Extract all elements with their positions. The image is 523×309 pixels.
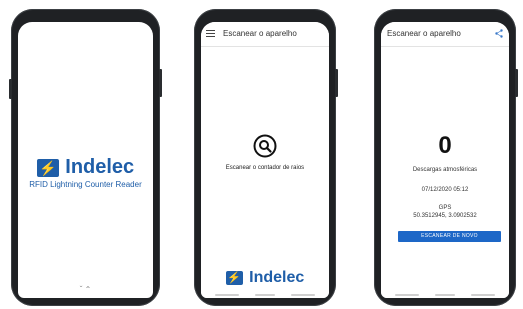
footer-logo: ⚡ Indelec <box>201 269 329 287</box>
screenshot-stage: ⚡ Indelec RFID Lightning Counter Reader … <box>0 0 523 309</box>
gps-coordinates: 50.3512945, 3.0902532 <box>413 213 477 219</box>
power-button <box>515 69 518 97</box>
page-title: Escanear o aparelho <box>223 29 297 38</box>
menu-icon[interactable] <box>206 30 215 37</box>
phone-scan: Escanear o aparelho Escanear o contador … <box>194 9 338 306</box>
splash-logo: ⚡ Indelec <box>18 156 153 179</box>
scan-again-button[interactable]: ESCANEAR DE NOVO <box>398 231 501 242</box>
phone-splash: ⚡ Indelec RFID Lightning Counter Reader … <box>9 9 162 306</box>
brand-name: Indelec <box>65 156 135 178</box>
indelec-logo-icon: ⚡ <box>225 271 243 285</box>
system-nav-bar <box>201 291 329 298</box>
search-icon[interactable] <box>253 134 277 158</box>
volume-button <box>9 79 12 99</box>
splash-screen: ⚡ Indelec RFID Lightning Counter Reader … <box>18 22 153 298</box>
gps-label: GPS <box>438 205 452 211</box>
page-title: Escanear o aparelho <box>387 29 461 38</box>
swipe-indicator-icon: ˇ ⌃ <box>79 285 92 294</box>
system-nav-bar <box>381 291 509 298</box>
scan-datetime: 07/12/2020 05:12 <box>421 187 469 193</box>
power-button <box>335 69 338 97</box>
scan-instruction: Escanear o contador de raios <box>225 165 305 171</box>
lightning-counter-value: 0 <box>438 132 452 159</box>
indelec-logo-icon: ⚡ <box>36 158 59 177</box>
power-button <box>159 69 162 97</box>
brand-name: Indelec <box>249 269 305 286</box>
brand-tagline: RFID Lightning Counter Reader <box>29 180 142 189</box>
app-bar: Escanear o aparelho <box>381 22 509 47</box>
share-icon[interactable] <box>495 29 503 38</box>
result-screen: Escanear o aparelho 0 Descargas atmosfér… <box>381 22 509 298</box>
app-bar: Escanear o aparelho <box>201 22 329 47</box>
scan-screen: Escanear o aparelho Escanear o contador … <box>201 22 329 298</box>
phone-result: Escanear o aparelho 0 Descargas atmosfér… <box>374 9 518 306</box>
counter-label: Descargas atmosféricas <box>412 167 478 173</box>
